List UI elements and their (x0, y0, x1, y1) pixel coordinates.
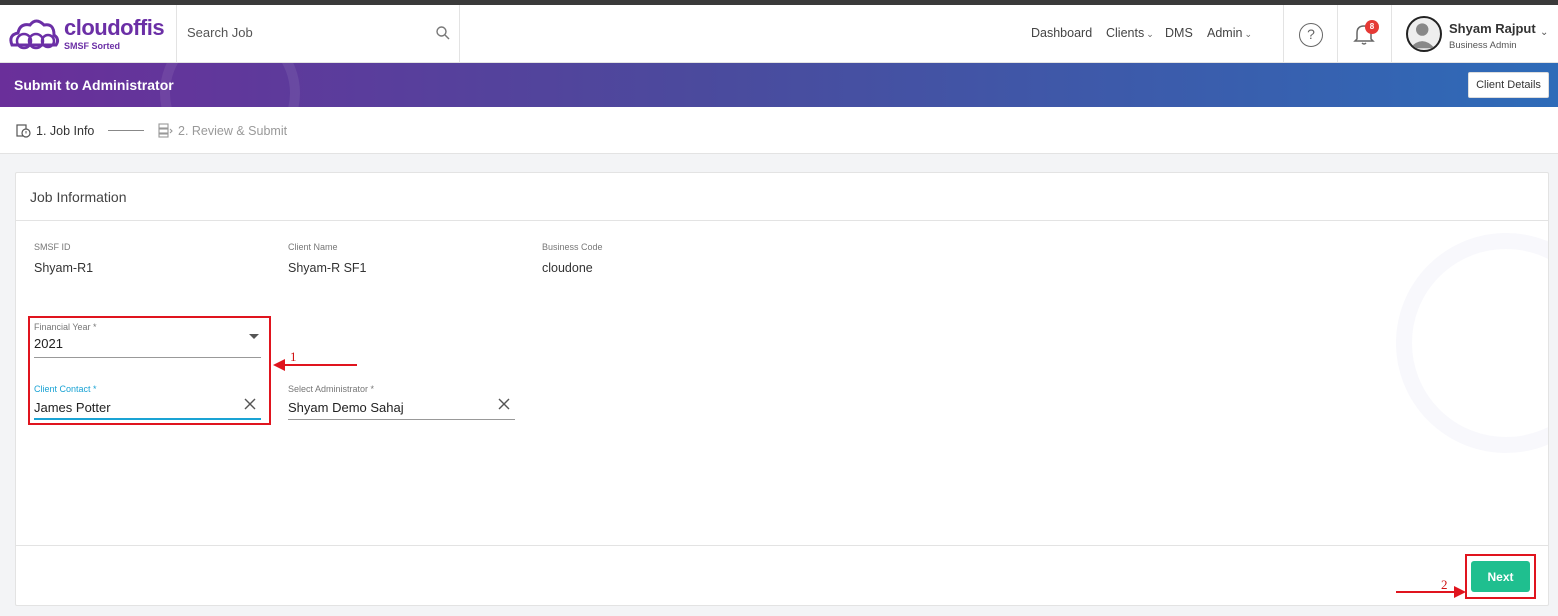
step-review-submit[interactable]: 2. Review & Submit (158, 123, 287, 138)
chevron-down-icon: ⌄ (1244, 29, 1252, 39)
field-underline (288, 419, 515, 420)
search-box (176, 5, 460, 63)
nav-clients-label: Clients (1106, 26, 1145, 40)
user-role: Business Admin (1449, 40, 1517, 51)
annotation-marker-1: 1 (290, 349, 297, 364)
annotation-arrow-1 (284, 364, 357, 366)
user-avatar-icon (1409, 23, 1435, 49)
next-button[interactable]: Next (1471, 561, 1530, 592)
client-name-label: Client Name (288, 242, 338, 252)
business-code-value: cloudone (542, 261, 593, 275)
search-input[interactable] (187, 25, 417, 40)
administrator-value: Shyam Demo Sahaj (288, 400, 404, 415)
card-header: Job Information (16, 173, 1548, 221)
page-title: Submit to Administrator (14, 77, 174, 93)
cloud-logo-icon (9, 19, 60, 50)
banner-decoration (160, 63, 300, 107)
header-divider (1283, 5, 1284, 63)
job-info-icon (16, 124, 31, 138)
arrow-right-icon (1454, 586, 1466, 598)
chevron-down-icon[interactable]: ⌄ (1540, 27, 1548, 38)
top-header: cloudoffis SMSF Sorted Dashboard Clients… (0, 5, 1558, 63)
select-administrator-field[interactable]: Select Administrator * Shyam Demo Sahaj (288, 384, 515, 420)
smsf-id-value: Shyam-R1 (34, 261, 94, 275)
review-icon (158, 123, 173, 138)
nav-admin[interactable]: Admin ⌄ (1207, 26, 1252, 40)
smsf-id-label: SMSF ID (34, 242, 71, 252)
close-icon[interactable] (497, 397, 511, 411)
client-details-button[interactable]: Client Details (1468, 72, 1549, 98)
nav-clients[interactable]: Clients ⌄ (1106, 26, 1154, 40)
card-decoration (1396, 233, 1548, 453)
header-divider (1337, 5, 1338, 63)
card-footer-divider (16, 545, 1548, 546)
business-code-label: Business Code (542, 242, 603, 252)
user-name[interactable]: Shyam Rajput (1449, 21, 1536, 36)
brand-name: cloudoffis (64, 15, 165, 40)
annotation-arrow-2 (1396, 591, 1456, 593)
client-name-value: Shyam-R SF1 (288, 261, 367, 275)
notification-badge: 8 (1365, 20, 1379, 34)
step-connector (108, 130, 144, 131)
step-job-info[interactable]: 1. Job Info (16, 123, 94, 138)
header-divider (1391, 5, 1392, 63)
avatar[interactable] (1406, 16, 1442, 52)
nav-dms[interactable]: DMS (1165, 26, 1193, 40)
step-label: 2. Review & Submit (178, 124, 288, 138)
card-title: Job Information (30, 189, 127, 205)
page-banner: Submit to Administrator (0, 63, 1558, 107)
step-label: 1. Job Info (36, 124, 95, 138)
annotation-highlight-fields (28, 316, 271, 425)
brand-tagline: SMSF Sorted (64, 41, 121, 51)
arrow-left-icon (273, 359, 285, 371)
help-icon[interactable]: ? (1299, 23, 1323, 47)
brand-logo[interactable]: cloudoffis SMSF Sorted (6, 15, 176, 55)
chevron-down-icon: ⌄ (1146, 29, 1154, 39)
search-icon[interactable] (435, 25, 451, 41)
nav-admin-label: Admin (1207, 26, 1243, 40)
stepper: 1. Job Info 2. Review & Submit (0, 107, 1558, 154)
administrator-label: Select Administrator * (288, 384, 375, 394)
nav-dashboard[interactable]: Dashboard (1031, 26, 1092, 40)
